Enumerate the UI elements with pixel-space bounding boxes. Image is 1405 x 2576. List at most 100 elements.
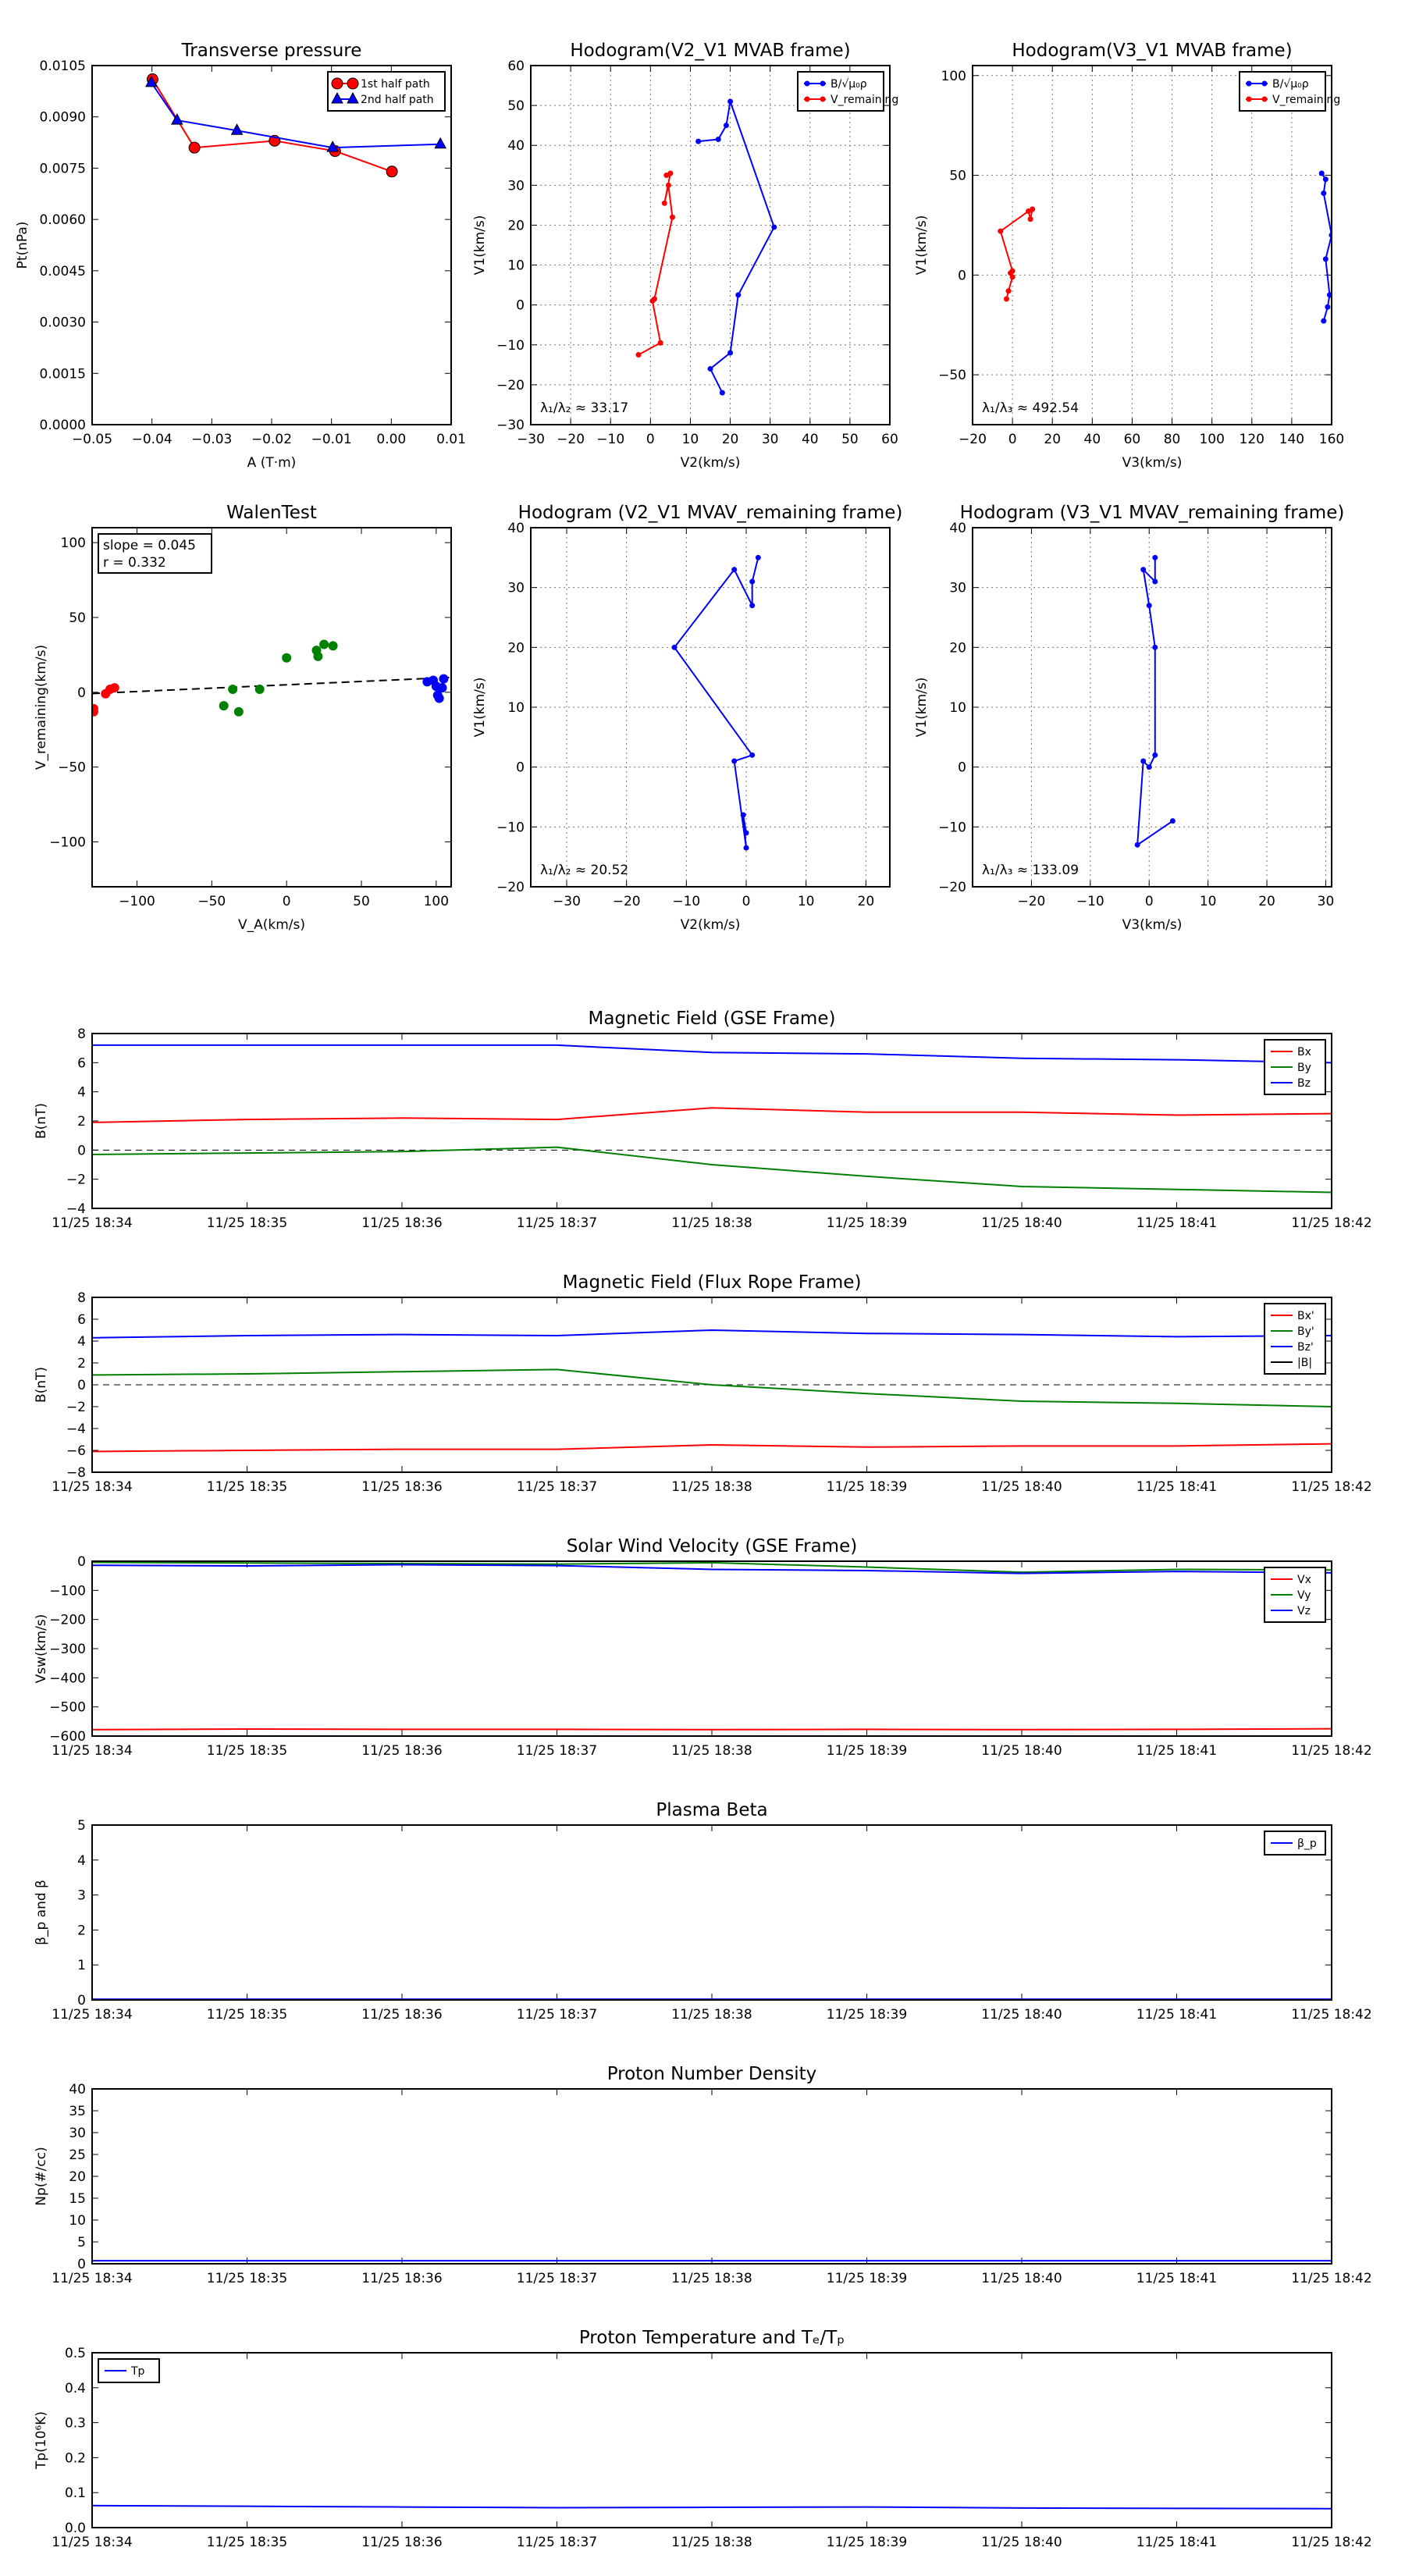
y-tick-label: 0.4 [65, 2381, 86, 2396]
annotation: λ₁/λ₃ ≈ 133.09 [982, 863, 1079, 878]
series-bx- [92, 1443, 1332, 1453]
x-tick-label: 20 [1258, 894, 1275, 909]
y-tick-label: 0.0 [65, 2521, 86, 2536]
y-axis-label: Np(#/cc) [34, 2147, 49, 2205]
y-tick-label: 30 [507, 178, 525, 194]
data-point [1005, 288, 1012, 294]
legend-label: V_remaining [1272, 94, 1340, 106]
x-tick-label: −100 [119, 894, 155, 909]
y-tick-label: −10 [496, 820, 525, 835]
x-tick-label: 0.00 [376, 432, 406, 447]
data-point [1026, 208, 1032, 215]
x-tick-label: 11/25 18:40 [981, 1479, 1062, 1495]
data-point [667, 170, 674, 176]
data-point [649, 298, 656, 304]
y-tick-label: −100 [49, 835, 86, 851]
y-tick-label: 0 [77, 1143, 86, 1158]
y-tick-label: 60 [507, 59, 525, 74]
y-tick-label: 2 [77, 1356, 86, 1372]
axes-frame [91, 527, 452, 888]
x-tick-label: −0.05 [72, 432, 112, 447]
chart-beta: Plasma Beta 11/25 18:34 11/25 18:35 11/25 1… [34, 1800, 1372, 2023]
chart-np: Proton Number Density 11/25 18:34 11/25 18… [34, 2064, 1372, 2286]
x-tick-label: −0.03 [191, 432, 232, 447]
plot-area [998, 170, 1332, 324]
data-point [749, 578, 756, 585]
data-point [1152, 644, 1158, 650]
x-tick-label: 11/25 18:36 [361, 2007, 442, 2023]
data-point [319, 639, 329, 649]
x-tick-label: 11/25 18:38 [671, 1479, 752, 1495]
x-tick-label: 11/25 18:37 [517, 1215, 597, 1231]
x-axis-label: V2(km/s) [681, 455, 741, 471]
y-tick-label: 20 [507, 218, 525, 233]
x-tick-label: 11/25 18:39 [827, 1743, 907, 1759]
x-tick-label: 11/25 18:39 [827, 1479, 907, 1495]
data-point [998, 228, 1004, 234]
data-point [1152, 752, 1158, 758]
legend-label: V_remaining [831, 94, 898, 106]
y-axis-label: β_p and β [34, 1880, 49, 1945]
x-tick-label: −20 [1017, 894, 1045, 909]
chart-vsw: Solar Wind Velocity (GSE Frame) 11/25 18:… [34, 1536, 1372, 1759]
plot-area [92, 1044, 1332, 1194]
y-tick-label: 0 [77, 1554, 86, 1570]
y-tick-label: 0.0105 [40, 59, 86, 74]
legend-label: β_p [1297, 1838, 1317, 1850]
chart-hodo4: Hodogram (V3_V1 MVAV_remaining frame) −20… [914, 503, 1344, 933]
y-tick-label: 0.0090 [40, 110, 86, 126]
y-tick-label: 50 [949, 169, 966, 184]
y-tick-label: 0.0015 [40, 366, 86, 382]
data-point [1140, 758, 1147, 764]
y-axis-label: V_remaining(km/s) [34, 645, 49, 770]
annotation: λ₁/λ₂ ≈ 20.52 [540, 863, 628, 878]
data-point [434, 693, 444, 703]
x-tick-label: 11/25 18:35 [207, 1743, 287, 1759]
legend-box [1264, 1303, 1326, 1375]
series-line [999, 208, 1033, 300]
y-tick-label: 10 [69, 2213, 86, 2229]
y-tick-label: −30 [496, 418, 525, 433]
chart-tp2: Proton Temperature and Tₑ/Tₚ 11/25 18:34 1… [34, 2328, 1372, 2550]
y-tick-label: 4 [77, 1334, 86, 1350]
x-axis-label: V3(km/s) [1122, 455, 1183, 471]
series-0 [671, 554, 761, 851]
y-axis-label: Tp(10⁶K) [34, 2411, 49, 2470]
plot-area [635, 98, 777, 396]
data-point [723, 123, 729, 129]
y-tick-label: 35 [69, 2104, 86, 2119]
data-point [755, 554, 761, 560]
x-tick-label: −10 [672, 894, 700, 909]
chart-title: Transverse pressure [181, 41, 362, 61]
x-axis-label: V_A(km/s) [238, 917, 305, 933]
x-tick-label: 11/25 18:38 [671, 2535, 752, 2550]
x-tick-label: 11/25 18:35 [207, 1215, 287, 1231]
chart-title: Hodogram(V2_V1 MVAB frame) [570, 41, 850, 61]
y-axis-label: Pt(nPa) [15, 222, 30, 269]
data-point [282, 653, 292, 663]
x-tick-label: 11/25 18:34 [52, 2007, 132, 2023]
x-tick-label: 11/25 18:41 [1136, 2007, 1217, 2023]
data-point [328, 641, 338, 651]
y-tick-label: 0.0030 [40, 315, 86, 331]
y-tick-label: 0.5 [65, 2346, 86, 2361]
x-tick-label: −50 [197, 894, 226, 909]
x-tick-label: 120 [1240, 432, 1264, 447]
x-tick-label: 11/25 18:42 [1291, 1743, 1371, 1759]
x-tick-label: 0 [283, 894, 291, 909]
x-tick-label: 11/25 18:42 [1291, 1215, 1371, 1231]
y-tick-label: 30 [69, 2126, 86, 2141]
y-axis-label: V1(km/s) [914, 678, 930, 738]
x-tick-label: 11/25 18:40 [981, 2271, 1062, 2286]
data-point [386, 165, 398, 178]
y-tick-label: −500 [49, 1700, 86, 1716]
x-tick-label: 80 [1164, 432, 1181, 447]
series-1 [219, 639, 338, 717]
y-tick-label: −8 [66, 1465, 86, 1481]
figure: Transverse pressure −0.05 −0.04 −0.03 −0.02 −… [15, 41, 1372, 2550]
x-tick-label: 11/25 18:40 [981, 1215, 1062, 1231]
series-by [92, 1146, 1332, 1194]
y-tick-label: 0 [958, 760, 966, 776]
chart-hodo1: Hodogram(V2_V1 MVAB frame) −30 −20 −10 0 10 20… [472, 41, 898, 471]
series-2 [422, 674, 449, 703]
